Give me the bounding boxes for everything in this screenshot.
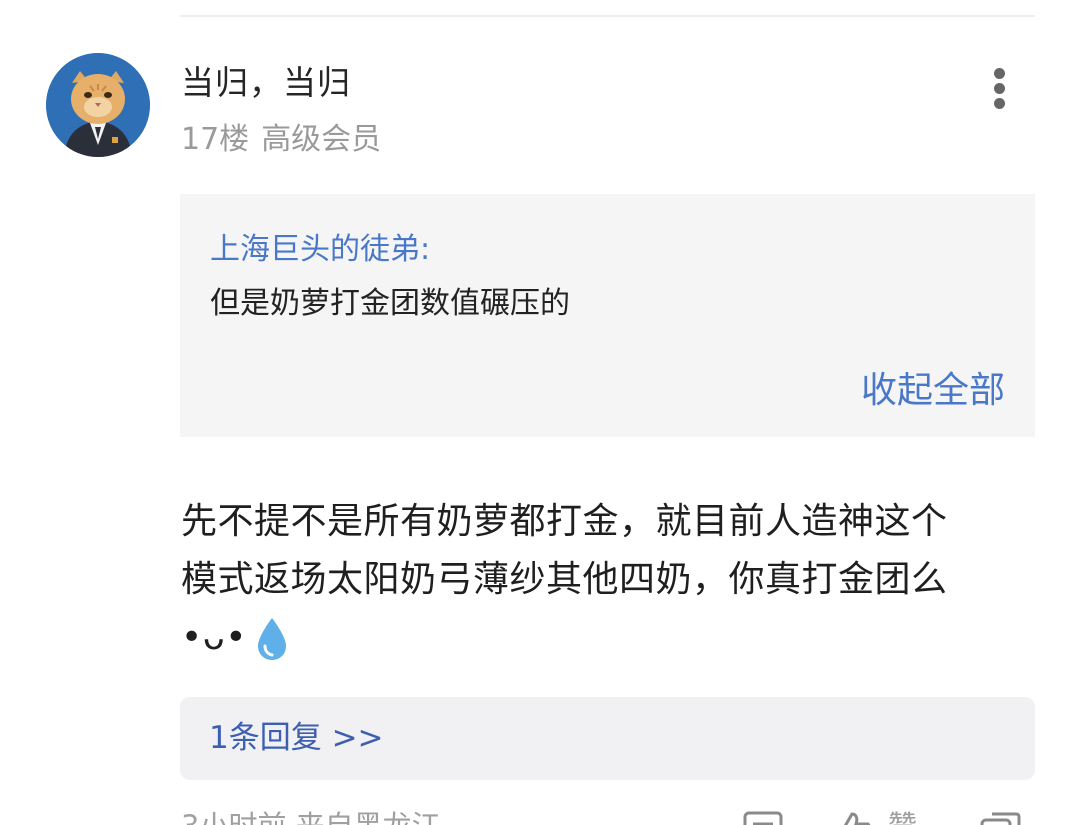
like-label[interactable]: 赞	[888, 806, 917, 825]
replies-count-link[interactable]: 1条回复 >>	[209, 718, 384, 758]
quoted-comment: 上海巨头的徒弟: 但是奶萝打金团数值碾压的 收起全部	[180, 194, 1035, 437]
comment-icon[interactable]	[742, 810, 784, 825]
top-divider	[180, 15, 1035, 17]
more-vertical-icon	[994, 98, 1005, 109]
quote-text: 但是奶萝打金团数值碾压的	[210, 286, 570, 321]
comment-footer: 3小时前 来自黑龙江 赞	[0, 806, 1080, 825]
member-rank: 高级会员	[261, 122, 382, 157]
comment-body-line: 模式返场太阳奶弓薄纱其他四奶，你真打金团么	[181, 559, 948, 600]
user-avatar[interactable]	[46, 53, 150, 157]
more-options-button[interactable]	[980, 62, 1020, 112]
comment-body: 先不提不是所有奶萝都打金，就目前人造神这个 模式返场太阳奶弓薄纱其他四奶，你真打…	[181, 493, 1037, 667]
collapse-all-link[interactable]: 收起全部	[861, 368, 1005, 414]
username[interactable]: 当归，当归	[181, 62, 351, 104]
kaomoji: •ᴗ•	[181, 617, 247, 658]
more-vertical-icon	[994, 83, 1005, 94]
floor-number: 17楼	[181, 122, 250, 157]
sweat-drop-icon	[258, 618, 286, 660]
more-vertical-icon	[994, 68, 1005, 79]
post-meta: 17楼 高级会员	[181, 120, 381, 160]
thumbs-up-icon[interactable]	[830, 810, 874, 825]
quote-author[interactable]: 上海巨头的徒弟:	[210, 230, 430, 270]
view-replies-button[interactable]: 1条回复 >>	[180, 697, 1035, 780]
comment-body-line: 先不提不是所有奶萝都打金，就目前人造神这个	[181, 501, 948, 542]
post-time-location: 3小时前 来自黑龙江	[181, 806, 441, 825]
share-icon[interactable]	[978, 810, 1022, 825]
comment-body-line-emoticon: •ᴗ•	[181, 609, 1037, 667]
cat-avatar-image	[46, 53, 150, 157]
